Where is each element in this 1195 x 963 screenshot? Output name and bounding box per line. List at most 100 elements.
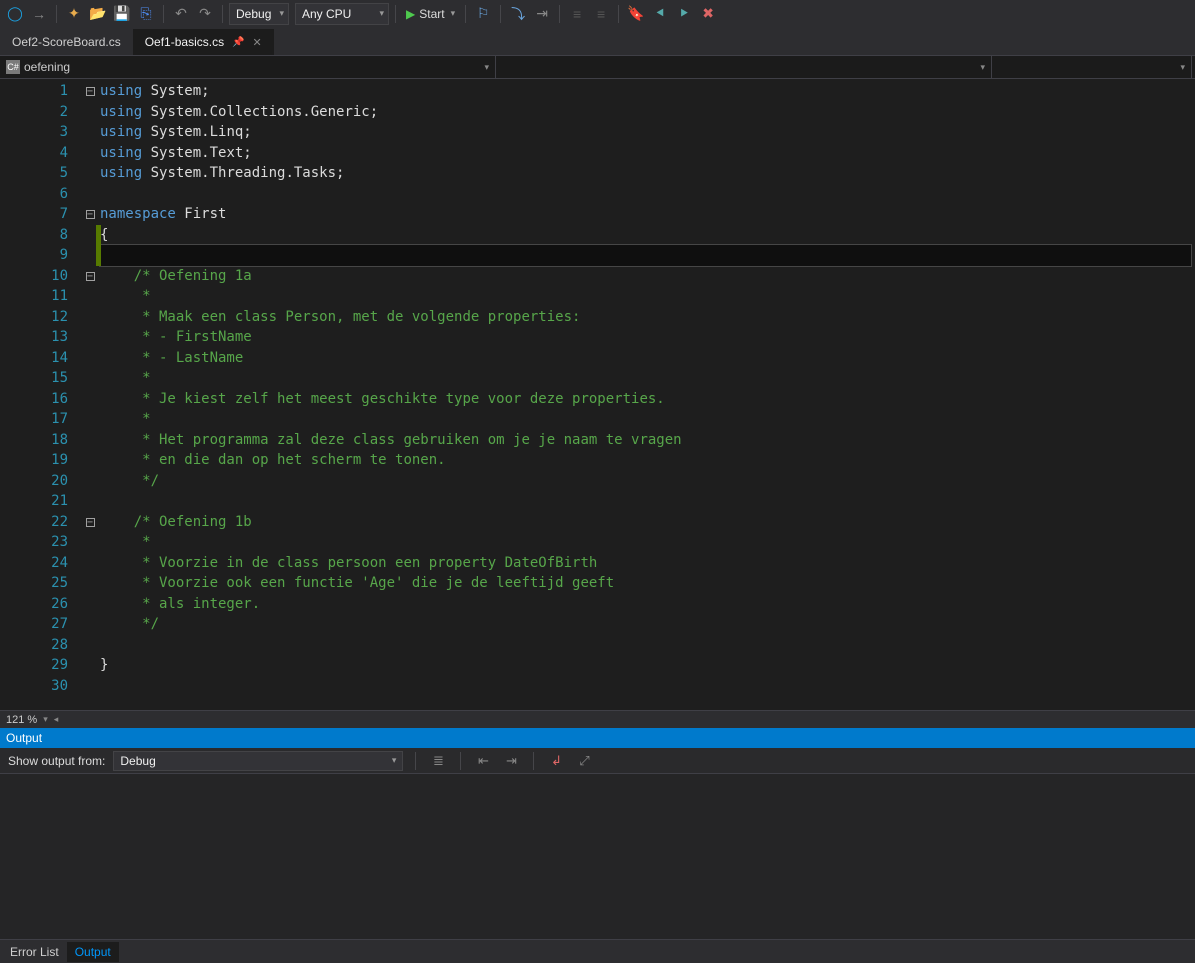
output-panel-header[interactable]: Output [0, 728, 1195, 748]
zoom-level[interactable]: 121 % [6, 714, 37, 726]
line-number: 21 [0, 491, 68, 512]
code-line[interactable]: * als integer. [100, 594, 1195, 615]
code-line[interactable]: * [100, 532, 1195, 553]
code-line[interactable] [100, 184, 1195, 205]
step-into-icon[interactable]: ⤵ [507, 3, 529, 25]
bookmark-clear-icon[interactable]: ✖ [697, 3, 719, 25]
line-number: 29 [0, 655, 68, 676]
code-area[interactable]: using System;using System.Collections.Ge… [100, 79, 1195, 710]
editor-zoom-bar: 121 % ▾ ◂ [0, 710, 1195, 728]
output-source-value: Debug [120, 754, 155, 768]
output-clear-icon[interactable]: ≣ [428, 751, 448, 771]
line-number: 25 [0, 573, 68, 594]
code-editor[interactable]: 1234567891011121314151617181920212223242… [0, 79, 1195, 710]
fold-toggle-icon[interactable]: − [80, 81, 100, 102]
code-line[interactable] [100, 635, 1195, 656]
outline-guide [80, 573, 100, 594]
code-line[interactable]: } [100, 655, 1195, 676]
code-line[interactable]: * [100, 409, 1195, 430]
nav-fwd-icon[interactable]: → [28, 3, 50, 25]
browser-link-icon[interactable]: ⚐ [472, 3, 494, 25]
line-number: 14 [0, 348, 68, 369]
output-from-label: Show output from: [8, 754, 105, 768]
code-line[interactable]: /* Oefening 1b [100, 512, 1195, 533]
outline-guide [80, 471, 100, 492]
class-dropdown[interactable] [496, 56, 992, 78]
code-line[interactable]: */ [100, 471, 1195, 492]
outdent-icon[interactable]: ≡ [566, 3, 588, 25]
output-outdent-icon[interactable]: ⇥ [501, 751, 521, 771]
outline-guide [80, 348, 100, 369]
code-line[interactable]: * Voorzie in de class persoon een proper… [100, 553, 1195, 574]
bookmark-icon[interactable]: 🔖 [625, 3, 647, 25]
pin-icon[interactable]: 📌 [232, 37, 244, 48]
code-line[interactable]: */ [100, 614, 1195, 635]
scroll-left-icon[interactable]: ◂ [54, 714, 59, 725]
code-line[interactable]: namespace First [100, 204, 1195, 225]
code-line[interactable]: using System.Linq; [100, 122, 1195, 143]
line-number: 9 [0, 245, 68, 266]
code-line[interactable]: * - LastName [100, 348, 1195, 369]
fold-toggle-icon[interactable]: − [80, 204, 100, 225]
main-toolbar: ◯ → ✦ 📂 💾 ⎘ ↶ ↷ Debug Any CPU ▶ Start ▾ … [0, 0, 1195, 27]
code-line[interactable] [100, 245, 1191, 266]
save-icon[interactable]: 💾 [111, 3, 133, 25]
code-line[interactable]: using System.Collections.Generic; [100, 102, 1195, 123]
output-text-area[interactable] [0, 774, 1195, 939]
output-goto-icon[interactable]: ⤢ [574, 751, 594, 771]
undo-icon[interactable]: ↶ [170, 3, 192, 25]
outline-guide [80, 553, 100, 574]
line-number: 3 [0, 122, 68, 143]
line-number: 17 [0, 409, 68, 430]
code-line[interactable]: using System.Threading.Tasks; [100, 163, 1195, 184]
redo-icon[interactable]: ↷ [194, 3, 216, 25]
outline-guide [80, 635, 100, 656]
code-line[interactable]: * [100, 286, 1195, 307]
close-icon[interactable]: ✕ [253, 36, 262, 49]
start-button[interactable]: ▶ Start ▾ [402, 3, 459, 25]
zoom-dropdown-icon[interactable]: ▾ [43, 714, 48, 725]
save-all-icon[interactable]: ⎘ [135, 3, 157, 25]
code-line[interactable]: * Maak een class Person, met de volgende… [100, 307, 1195, 328]
code-line[interactable] [100, 676, 1195, 697]
open-file-icon[interactable]: 📂 [87, 3, 109, 25]
platform-dropdown[interactable]: Any CPU [295, 3, 389, 25]
output-wrap-icon[interactable]: ↲ [546, 751, 566, 771]
bookmark-next-icon[interactable]: ⯈ [673, 3, 695, 25]
tab-label: Oef1-basics.cs [145, 35, 224, 49]
code-line[interactable]: { [100, 225, 1195, 246]
outline-guide [80, 102, 100, 123]
new-project-icon[interactable]: ✦ [63, 3, 85, 25]
code-line[interactable]: using System.Text; [100, 143, 1195, 164]
fold-toggle-icon[interactable]: − [80, 266, 100, 287]
code-line[interactable] [100, 491, 1195, 512]
line-number: 10 [0, 266, 68, 287]
tab-error-list[interactable]: Error List [2, 942, 67, 962]
tab-basics[interactable]: Oef1-basics.cs 📌 ✕ [133, 29, 274, 55]
code-line[interactable]: /* Oefening 1a [100, 266, 1195, 287]
code-line[interactable]: * Je kiest zelf het meest geschikte type… [100, 389, 1195, 410]
code-line[interactable]: * - FirstName [100, 327, 1195, 348]
outline-guide [80, 286, 100, 307]
fold-toggle-icon[interactable]: − [80, 512, 100, 533]
tab-scoreboard[interactable]: Oef2-ScoreBoard.cs [0, 29, 133, 55]
bookmark-prev-icon[interactable]: ⯇ [649, 3, 671, 25]
modification-indicator [96, 245, 101, 266]
step-over-icon[interactable]: ⇥ [531, 3, 553, 25]
code-line[interactable]: using System; [100, 81, 1195, 102]
config-dropdown[interactable]: Debug [229, 3, 289, 25]
line-number: 16 [0, 389, 68, 410]
code-line[interactable]: * en die dan op het scherm te tonen. [100, 450, 1195, 471]
code-line[interactable]: * Voorzie ook een functie 'Age' die je d… [100, 573, 1195, 594]
indent-icon[interactable]: ≡ [590, 3, 612, 25]
line-number: 6 [0, 184, 68, 205]
code-line[interactable]: * [100, 368, 1195, 389]
output-indent-icon[interactable]: ⇤ [473, 751, 493, 771]
project-dropdown[interactable]: C# oefening [0, 56, 496, 78]
member-dropdown[interactable] [992, 56, 1192, 78]
tab-output[interactable]: Output [67, 942, 119, 962]
outlining-margin[interactable]: − − − − [80, 79, 100, 710]
output-source-dropdown[interactable]: Debug [113, 751, 403, 771]
nav-back-icon[interactable]: ◯ [4, 3, 26, 25]
code-line[interactable]: * Het programma zal deze class gebruiken… [100, 430, 1195, 451]
